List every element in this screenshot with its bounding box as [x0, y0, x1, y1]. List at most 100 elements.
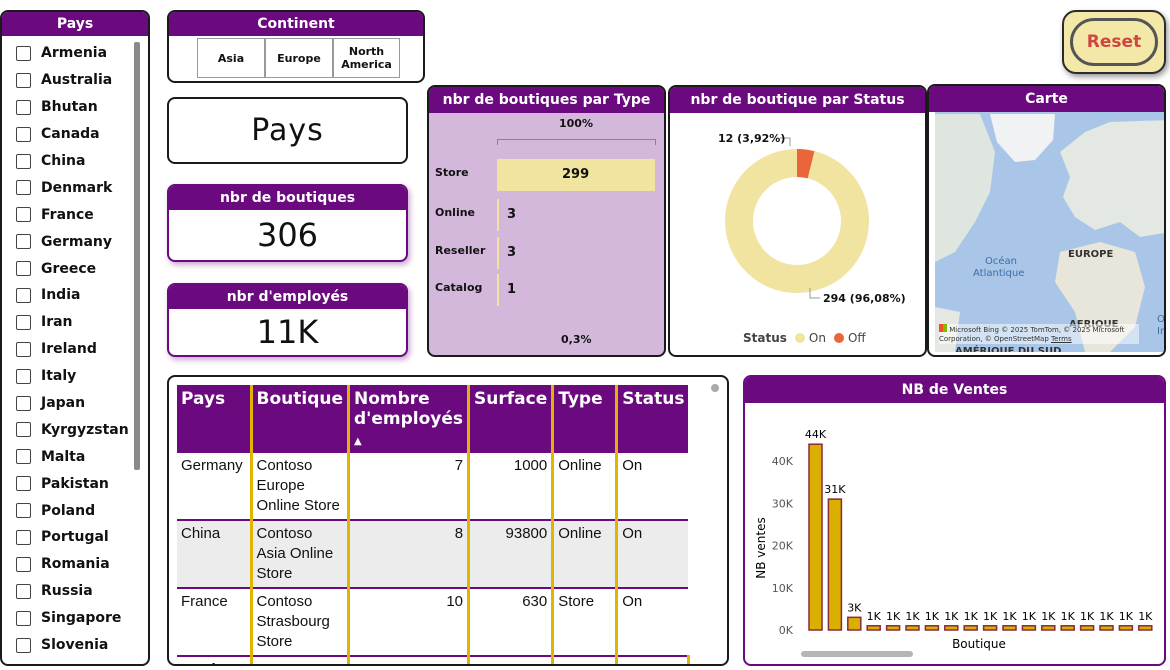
checkbox-icon[interactable] [16, 529, 31, 545]
pays-item-kyrgyzstan[interactable]: Kyrgyzstan [16, 416, 148, 443]
checkbox-icon[interactable] [16, 234, 31, 250]
type-bar[interactable] [497, 199, 499, 231]
sales-bar[interactable] [1099, 625, 1114, 631]
checkbox-icon[interactable] [16, 261, 31, 277]
sales-bar[interactable] [944, 625, 959, 631]
sales-bar[interactable] [963, 625, 978, 631]
pays-item-germany[interactable]: Germany [16, 228, 148, 255]
column-header-status[interactable]: Status [616, 385, 689, 453]
sales-bar[interactable] [827, 498, 843, 631]
sales-bar[interactable] [924, 625, 940, 631]
checkbox-icon[interactable] [16, 287, 31, 303]
checkbox-icon[interactable] [16, 153, 31, 169]
checkbox-icon[interactable] [16, 368, 31, 384]
total-value: 11039 [348, 656, 471, 664]
checkbox-icon[interactable] [16, 341, 31, 357]
sales-bar[interactable] [866, 625, 881, 631]
world-map[interactable]: EUROPE OcéanAtlantique AFRIQUE AMÉRIQUE … [935, 112, 1166, 352]
pays-item-armenia[interactable]: Armenia [16, 40, 148, 67]
pays-item-label: Russia [41, 583, 93, 600]
sales-bar[interactable] [1041, 625, 1056, 631]
pays-item-russia[interactable]: Russia [16, 578, 148, 605]
checkbox-icon[interactable] [16, 503, 31, 519]
pays-item-slovenia[interactable]: Slovenia [16, 632, 148, 659]
type-bar[interactable] [497, 274, 499, 306]
pays-item-canada[interactable]: Canada [16, 121, 148, 148]
donut-slice-on[interactable] [725, 149, 869, 293]
pays-item-bhutan[interactable]: Bhutan [16, 94, 148, 121]
type-bar[interactable] [497, 237, 499, 269]
continent-button-asia[interactable]: Asia [197, 38, 265, 78]
checkbox-icon[interactable] [16, 583, 31, 599]
checkbox-icon[interactable] [16, 99, 31, 115]
checkbox-icon[interactable] [16, 72, 31, 88]
type-category-label: Catalog [435, 281, 483, 294]
sales-chart-scrollbar[interactable] [801, 651, 913, 657]
pays-item-iran[interactable]: Iran [16, 309, 148, 336]
cell-boutique: Contoso Europe Online Store [251, 453, 350, 521]
sales-bar[interactable] [885, 625, 901, 631]
pays-item-india[interactable]: India [16, 282, 148, 309]
column-header-pays[interactable]: Pays [177, 385, 253, 453]
checkbox-icon[interactable] [16, 610, 31, 626]
continent-button-europe[interactable]: Europe [265, 38, 333, 78]
sales-bar[interactable] [1138, 625, 1153, 631]
pays-scrollbar[interactable] [134, 42, 140, 470]
table-row[interactable]: Germany Contoso Europe Online Store 7 10… [177, 453, 689, 521]
pays-item-label: Singapore [41, 610, 122, 627]
pays-item-greece[interactable]: Greece [16, 255, 148, 282]
column-header-type[interactable]: Type [552, 385, 619, 453]
column-header-employes[interactable]: Nombre d'employés ▲ [348, 385, 471, 453]
cell-status: On [616, 520, 689, 589]
table-row[interactable]: France Contoso Strasbourg Store 10 630 S… [177, 588, 689, 657]
sales-bar[interactable] [1002, 625, 1017, 631]
table-row[interactable]: China Contoso Asia Online Store 8 93800 … [177, 520, 689, 589]
checkbox-icon[interactable] [16, 180, 31, 196]
checkbox-icon[interactable] [16, 126, 31, 142]
table-header-row: Pays Boutique Nombre d'employés ▲ Surface… [177, 385, 689, 453]
sales-bar-label: 1K [1022, 610, 1037, 623]
sales-bar[interactable] [1060, 625, 1075, 631]
sales-chart-title: NB de Ventes [745, 377, 1164, 403]
pays-item-poland[interactable]: Poland [16, 497, 148, 524]
pays-item-pakistan[interactable]: Pakistan [16, 470, 148, 497]
sales-bar[interactable] [1079, 625, 1095, 631]
checkbox-icon[interactable] [16, 314, 31, 330]
sales-bar[interactable] [982, 625, 998, 631]
reset-button[interactable]: Reset [1070, 18, 1158, 66]
checkbox-icon[interactable] [16, 449, 31, 465]
pays-item-malta[interactable]: Malta [16, 443, 148, 470]
kpi-employes-title: nbr d'employés [169, 285, 406, 309]
pays-item-france[interactable]: France [16, 201, 148, 228]
sales-bar-label: 1K [925, 610, 940, 623]
continent-button-north-america[interactable]: North America [333, 38, 400, 78]
pays-item-italy[interactable]: Italy [16, 363, 148, 390]
sales-bar[interactable] [1118, 625, 1134, 631]
checkbox-icon[interactable] [16, 207, 31, 223]
pays-item-portugal[interactable]: Portugal [16, 524, 148, 551]
type-bar-value: 1 [507, 282, 517, 297]
pays-item-ireland[interactable]: Ireland [16, 336, 148, 363]
checkbox-icon[interactable] [16, 422, 31, 438]
column-header-boutique[interactable]: Boutique [251, 385, 350, 453]
pays-item-romania[interactable]: Romania [16, 551, 148, 578]
pays-item-china[interactable]: China [16, 148, 148, 175]
sales-bar[interactable] [847, 616, 862, 631]
sales-bar[interactable] [905, 625, 920, 631]
checkbox-icon[interactable] [16, 476, 31, 492]
checkbox-icon[interactable] [16, 556, 31, 572]
legend-on-label: On [808, 331, 826, 345]
checkbox-icon[interactable] [16, 395, 31, 411]
pays-item-singapore[interactable]: Singapore [16, 605, 148, 632]
table-scroll-dot [711, 384, 719, 392]
column-header-surface[interactable]: Surface [468, 385, 555, 453]
sales-bar[interactable] [1021, 625, 1037, 631]
pays-item-denmark[interactable]: Denmark [16, 174, 148, 201]
map-terms-link[interactable]: Terms [1051, 335, 1072, 343]
pays-item-japan[interactable]: Japan [16, 390, 148, 417]
donut-slice-off[interactable] [796, 149, 815, 179]
pays-item-australia[interactable]: Australia [16, 67, 148, 94]
sales-bar[interactable] [808, 443, 823, 631]
checkbox-icon[interactable] [16, 637, 31, 653]
checkbox-icon[interactable] [16, 45, 31, 61]
